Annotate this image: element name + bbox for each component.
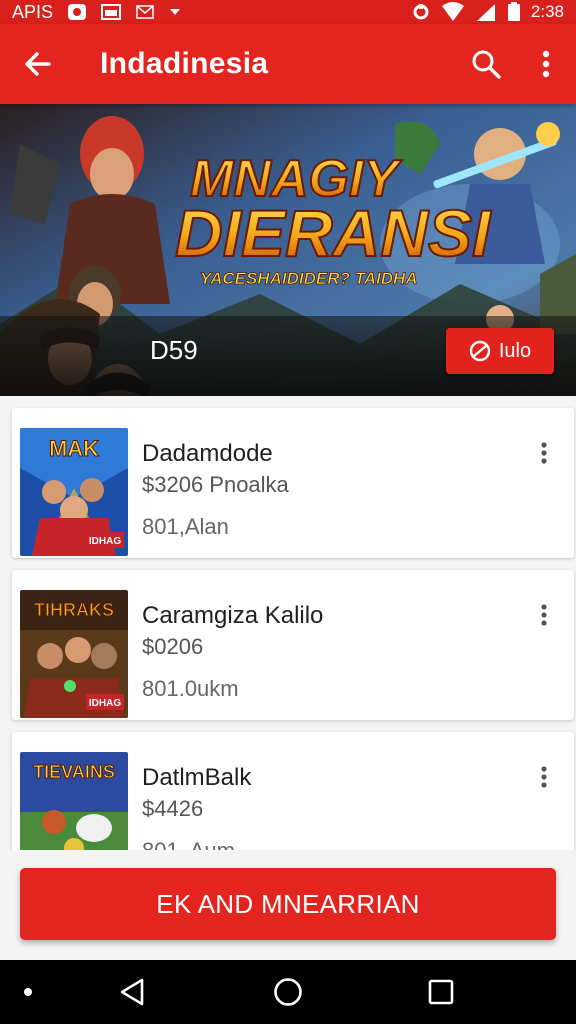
more-vert-icon: [542, 50, 550, 78]
item-name: Dadamdode: [142, 440, 273, 467]
nav-back-button[interactable]: [104, 960, 160, 1024]
system-nav-bar: [0, 960, 576, 1024]
more-vert-icon: [541, 604, 547, 626]
game-thumbnail: TIEVAINS: [20, 752, 128, 850]
game-list: MAK IDHAG Dadamdode $3206 Pnoalka 801,Al…: [0, 396, 576, 850]
more-vert-icon: [541, 442, 547, 464]
arrow-back-icon: [25, 52, 51, 76]
recents-square-icon: [428, 979, 454, 1005]
thumbnail-tag: IDHAG: [89, 536, 121, 547]
more-vert-icon: [541, 766, 547, 788]
dropdown-arrow-icon: [170, 9, 181, 15]
item-price: $0206: [142, 634, 204, 659]
email-icon: [136, 5, 154, 19]
cta-zone: EK AND MNEARRIAN: [0, 850, 576, 960]
item-meta: 801.0ukm: [142, 676, 239, 701]
nav-recents-button[interactable]: [412, 960, 470, 1024]
featured-banner[interactable]: MNAGIY DIERANSI YACESHAIDIDER? TAIDHA D5…: [0, 104, 576, 396]
banner-button-label: Iulo: [498, 339, 532, 362]
thumbnail-title: MAK: [49, 436, 99, 461]
banner-play-button[interactable]: Iulo: [446, 328, 554, 374]
thumbnail-title: TIEVAINS: [33, 762, 115, 782]
dot-icon: [24, 988, 32, 996]
banner-tagline: YACESHAIDIDER? TAIDHA: [200, 269, 418, 288]
search-icon: [472, 50, 501, 79]
sync-icon: [413, 4, 429, 20]
banner-headline-2: DIERANSI: [175, 196, 492, 270]
list-item[interactable]: TIEVAINS DatlmBalk $4426 801. Aum: [12, 732, 574, 850]
app-bar: Indadinesia: [0, 24, 576, 104]
page-title: Indadinesia: [100, 47, 269, 80]
banner-count: D59: [150, 335, 198, 365]
primary-action-button[interactable]: EK AND MNEARRIAN: [20, 868, 556, 940]
item-name: Caramgiza Kalilo: [142, 602, 324, 629]
home-circle-icon: [274, 978, 302, 1006]
search-button[interactable]: [456, 24, 516, 104]
item-more-button[interactable]: [532, 762, 556, 792]
game-thumbnail: MAK IDHAG: [20, 428, 128, 556]
play-circle-icon: [469, 340, 491, 362]
item-name: DatlmBalk: [142, 764, 252, 791]
back-button[interactable]: [0, 24, 76, 104]
status-bar: APIS 2:38: [0, 0, 576, 24]
battery-icon: [507, 2, 520, 21]
signal-icon: [476, 4, 495, 21]
clock: 2:38: [530, 2, 564, 21]
item-more-button[interactable]: [532, 438, 556, 468]
nav-dot-indicator: [16, 960, 40, 1024]
overflow-menu-button[interactable]: [516, 24, 576, 104]
list-item[interactable]: MAK IDHAG Dadamdode $3206 Pnoalka 801,Al…: [12, 408, 574, 558]
thumbnail-title: TIHRAKS: [34, 600, 114, 620]
app-notification-icon: [68, 4, 87, 20]
carrier-label: APIS: [12, 1, 54, 22]
item-meta: 801. Aum: [142, 838, 235, 850]
list-item[interactable]: TIHRAKS IDHAG Caramgiza Kalilo $0206 801…: [12, 570, 574, 720]
item-meta: 801,Alan: [142, 514, 229, 539]
item-more-button[interactable]: [532, 600, 556, 630]
wifi-icon: [441, 2, 464, 21]
item-price: $3206 Pnoalka: [142, 472, 289, 497]
nav-home-button[interactable]: [259, 960, 317, 1024]
item-price: $4426: [142, 796, 204, 821]
gallery-icon: [101, 4, 122, 20]
game-thumbnail: TIHRAKS IDHAG: [20, 590, 128, 718]
thumbnail-tag: IDHAG: [89, 698, 121, 709]
back-triangle-icon: [120, 978, 144, 1006]
